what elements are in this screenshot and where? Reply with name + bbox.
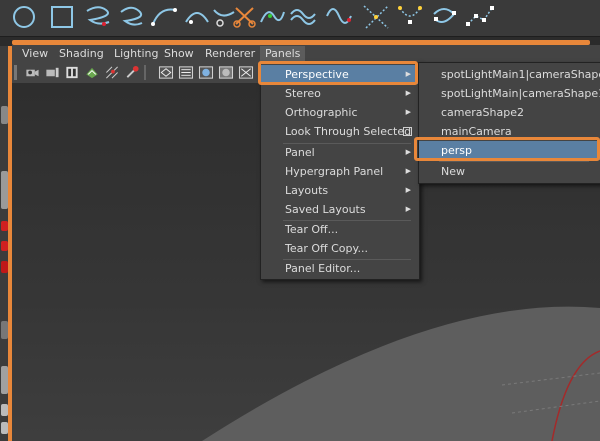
highlight-box-persp bbox=[414, 137, 600, 161]
arc-icon[interactable] bbox=[183, 2, 211, 30]
ep-curve-icon[interactable] bbox=[258, 2, 286, 30]
perspective-submenu: spotLightMain1|cameraShape1 spotLightMai… bbox=[418, 62, 600, 184]
tool-button[interactable] bbox=[1, 366, 8, 394]
menu-panels[interactable]: Panels bbox=[260, 46, 306, 62]
menu-show[interactable]: Show bbox=[159, 46, 199, 62]
toolbar-grip bbox=[14, 65, 17, 80]
wireframe-icon[interactable] bbox=[158, 65, 174, 80]
menu-item-panel[interactable]: Panel ▶ bbox=[261, 143, 419, 162]
shaded-sphere-icon[interactable] bbox=[198, 65, 214, 80]
menu-item-look-through-selected[interactable]: Look Through Selected bbox=[261, 122, 419, 141]
submenu-item-label: spotLightMain|cameraShape1 bbox=[441, 87, 600, 100]
submenu-item-label: spotLightMain1|cameraShape1 bbox=[441, 68, 600, 81]
menu-view[interactable]: View bbox=[17, 46, 53, 62]
menu-item-stereo[interactable]: Stereo ▶ bbox=[261, 84, 419, 103]
circle-icon[interactable] bbox=[10, 2, 38, 30]
sine-icon[interactable] bbox=[325, 2, 353, 30]
wave-icon[interactable] bbox=[289, 2, 317, 30]
spiral-icon[interactable] bbox=[430, 2, 458, 30]
curve-icon[interactable] bbox=[84, 2, 112, 30]
submenu-item-camera[interactable]: spotLightMain1|cameraShape1 bbox=[419, 65, 600, 84]
tool-button[interactable] bbox=[1, 422, 8, 434]
menu-item-label: Hypergraph Panel bbox=[285, 165, 384, 178]
submenu-arrow-icon: ▶ bbox=[405, 167, 411, 175]
grid-icon[interactable] bbox=[104, 65, 120, 80]
status-indicator bbox=[1, 261, 8, 273]
camera-select-icon[interactable] bbox=[24, 65, 40, 80]
tool-button[interactable] bbox=[1, 171, 8, 209]
cv-points-icon[interactable] bbox=[396, 2, 424, 30]
submenu-arrow-icon: ▶ bbox=[405, 205, 411, 213]
camera-attributes-icon[interactable] bbox=[44, 65, 60, 80]
tool-button[interactable] bbox=[1, 321, 8, 339]
menu-item-panel-editor[interactable]: Panel Editor... bbox=[261, 259, 419, 278]
menu-shading[interactable]: Shading bbox=[54, 46, 109, 62]
ground-surface bbox=[202, 306, 600, 441]
menu-item-saved-layouts[interactable]: Saved Layouts ▶ bbox=[261, 200, 419, 219]
submenu-item-label: cameraShape2 bbox=[441, 106, 524, 119]
menu-item-label: Saved Layouts bbox=[285, 203, 366, 216]
menu-item-label: Panel bbox=[285, 146, 315, 159]
submenu-arrow-icon: ▶ bbox=[405, 186, 411, 194]
menu-item-hypergraph-panel[interactable]: Hypergraph Panel ▶ bbox=[261, 162, 419, 181]
menu-item-label: Look Through Selected bbox=[285, 125, 412, 138]
menu-item-label: Stereo bbox=[285, 87, 321, 100]
menu-item-tear-off[interactable]: Tear Off... bbox=[261, 220, 419, 239]
helix-icon[interactable] bbox=[362, 2, 390, 30]
submenu-item-new[interactable]: New bbox=[419, 162, 600, 181]
menu-item-tear-off-copy[interactable]: Tear Off Copy... bbox=[261, 239, 419, 258]
textured-icon[interactable] bbox=[218, 65, 234, 80]
smooth-shade-icon[interactable] bbox=[178, 65, 194, 80]
submenu-arrow-icon: ▶ bbox=[405, 148, 411, 156]
panels-dropdown: Perspective ▶ Stereo ▶ Orthographic ▶ Lo… bbox=[260, 62, 420, 280]
bookmarks-icon[interactable] bbox=[64, 65, 80, 80]
image-plane-icon[interactable] bbox=[84, 65, 100, 80]
menu-item-label: Panel Editor... bbox=[285, 262, 361, 275]
submenu-item-camera[interactable]: cameraShape2 bbox=[419, 103, 600, 122]
submenu-item-camera[interactable]: spotLightMain|cameraShape1 bbox=[419, 84, 600, 103]
submenu-arrow-icon: ▶ bbox=[405, 108, 411, 116]
shelf-toolbar bbox=[0, 0, 600, 37]
menu-item-label: Layouts bbox=[285, 184, 329, 197]
menu-item-layouts[interactable]: Layouts ▶ bbox=[261, 181, 419, 200]
menu-lighting[interactable]: Lighting bbox=[109, 46, 163, 62]
tool-button[interactable] bbox=[1, 404, 8, 416]
menu-item-label: Tear Off... bbox=[285, 223, 339, 236]
cv-curve-icon[interactable] bbox=[150, 2, 178, 30]
menu-item-orthographic[interactable]: Orthographic ▶ bbox=[261, 103, 419, 122]
curve-icon[interactable] bbox=[117, 2, 145, 30]
submenu-item-label: New bbox=[441, 165, 465, 178]
submenu-arrow-icon: ▶ bbox=[405, 89, 411, 97]
highlight-box-perspective bbox=[258, 61, 418, 85]
film-gate-icon[interactable] bbox=[124, 65, 140, 80]
toolbar-separator bbox=[144, 65, 146, 80]
menu-renderer[interactable]: Renderer bbox=[200, 46, 260, 62]
checkbox-icon[interactable] bbox=[403, 127, 412, 136]
menu-item-label: Orthographic bbox=[285, 106, 358, 119]
status-indicator bbox=[1, 241, 8, 251]
tool-button[interactable] bbox=[1, 106, 8, 124]
x-ray-icon[interactable] bbox=[238, 65, 254, 80]
menu-item-label: Tear Off Copy... bbox=[285, 242, 368, 255]
status-indicator bbox=[1, 221, 8, 231]
scissors-icon[interactable] bbox=[231, 2, 259, 30]
node-curve-icon[interactable] bbox=[466, 2, 494, 30]
square-icon[interactable] bbox=[48, 2, 76, 30]
